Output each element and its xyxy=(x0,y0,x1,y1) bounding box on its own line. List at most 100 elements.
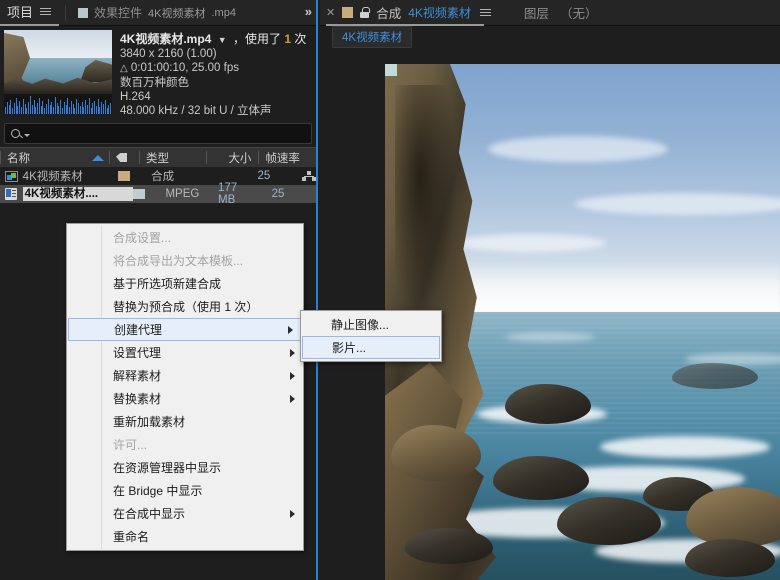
submenu-arrow-icon xyxy=(290,394,295,403)
tab-effect-controls-label: 效果控件 xyxy=(94,6,143,20)
composition-panel: ✕ 合成 4K视频素材 图层 （无） 4K视频素材 xyxy=(320,0,780,580)
row-fps: 25 xyxy=(271,188,285,200)
context-menu-item[interactable]: 重新加载素材 xyxy=(67,410,303,433)
tab-layer-label[interactable]: 图层 xyxy=(524,3,549,22)
context-menu-item[interactable]: 替换为预合成（使用 1 次） xyxy=(67,295,303,318)
composition-preview-image xyxy=(385,64,780,580)
tab-layer-value: （无） xyxy=(559,7,598,21)
preview-submerged-rock xyxy=(672,363,758,390)
lock-icon[interactable] xyxy=(360,7,370,18)
context-menu-item-label: 基于所选项新建合成 xyxy=(113,277,222,291)
hamburger-icon[interactable] xyxy=(40,8,52,15)
metadata-resolution: 3840 x 2160 (1.00) xyxy=(120,48,217,60)
project-panel-tabbar: 项目 效果控件 4K视频素材 .mp4 » xyxy=(0,0,316,26)
magnifier-icon xyxy=(11,129,20,138)
preview-cliff-shadow xyxy=(395,84,457,312)
metadata-color-depth: 数百万种颜色 xyxy=(120,77,189,89)
search-row xyxy=(0,121,316,147)
tab-project[interactable]: 项目 xyxy=(0,0,60,26)
context-submenu: 静止图像... 影片... xyxy=(300,310,442,362)
breadcrumb: 4K视频素材 xyxy=(320,26,780,48)
context-menu-item: 合成设置... xyxy=(67,226,303,249)
composition-tabbar: ✕ 合成 4K视频素材 图层 （无） xyxy=(320,0,780,26)
context-submenu-item-label: 静止图像... xyxy=(331,318,390,332)
metadata-used-count: 1 xyxy=(284,32,292,46)
context-menu-item[interactable]: 在合成中显示 xyxy=(67,502,303,525)
context-menu-item-label: 在资源管理器中显示 xyxy=(113,461,222,475)
column-header-fps[interactable]: 帧速率 xyxy=(258,148,316,167)
column-header-type[interactable]: 类型 xyxy=(139,148,206,167)
tab-effect-controls[interactable]: 效果控件 4K视频素材 .mp4 xyxy=(72,4,242,21)
context-menu-item-label: 重新加载素材 xyxy=(113,415,186,429)
hamburger-icon[interactable] xyxy=(479,9,491,16)
column-header-size-label: 大小 xyxy=(228,152,252,165)
triangle-icon: △ xyxy=(120,63,128,74)
metadata-audio: 48.000 kHz / 32 bit U / 立体声 xyxy=(120,105,272,117)
context-menu-item-label: 替换素材 xyxy=(113,392,162,406)
context-menu-item: 将合成导出为文本模板... xyxy=(67,249,303,272)
row-color-swatch[interactable] xyxy=(118,167,144,185)
context-menu-item[interactable]: 重命名 xyxy=(67,525,303,548)
row-color-swatch[interactable] xyxy=(132,185,159,203)
context-submenu-item[interactable]: 影片... xyxy=(302,336,440,359)
preview-foam xyxy=(600,435,770,458)
context-menu-item-label: 合成设置... xyxy=(113,231,172,245)
row-type: MPEG xyxy=(165,188,200,200)
context-submenu-item[interactable]: 静止图像... xyxy=(301,313,441,336)
app-root: 项目 效果控件 4K视频素材 .mp4 » 4K视频素材.mp4 ▼ ，使用了 … xyxy=(0,0,780,580)
submenu-arrow-icon xyxy=(290,509,295,518)
column-header-name-label: 名称 xyxy=(7,152,30,165)
table-row[interactable]: 4K视频素材 合成 25 xyxy=(0,167,316,185)
row-name-edit-field[interactable]: 4K视频素材.... xyxy=(22,185,133,203)
context-menu-item[interactable]: 基于所选项新建合成 xyxy=(67,272,303,295)
chevron-down-icon[interactable]: ▼ xyxy=(218,35,227,45)
context-submenu-item-label: 影片... xyxy=(332,341,367,355)
column-header-fps-label: 帧速率 xyxy=(265,152,300,165)
column-header-name[interactable]: 名称 xyxy=(0,148,109,167)
thumbnail-image xyxy=(4,30,112,94)
preview-rock xyxy=(405,528,493,565)
context-menu-item[interactable]: 创建代理 xyxy=(68,318,302,341)
chevron-down-icon[interactable] xyxy=(24,134,30,137)
context-menu-item[interactable]: 解释素材 xyxy=(67,364,303,387)
double-chevron-right-icon[interactable]: » xyxy=(305,4,312,19)
metadata-used-suffix: 次 xyxy=(294,32,307,46)
context-menu-item-label: 将合成导出为文本模板... xyxy=(113,254,244,268)
context-menu-item: 许可... xyxy=(67,433,303,456)
metadata-text-block: 4K视频素材.mp4 ▼ ，使用了 1 次 3840 x 2160 (1.00)… xyxy=(120,30,312,121)
row-size: 177 MB xyxy=(217,182,238,206)
audio-waveform xyxy=(4,94,112,114)
context-menu-item[interactable]: 在 Bridge 中显示 xyxy=(67,479,303,502)
close-x-icon[interactable]: ✕ xyxy=(326,6,335,19)
context-menu-item-label: 在合成中显示 xyxy=(113,507,186,521)
selection-corner-marker xyxy=(385,64,397,76)
column-header-size[interactable]: 大小 xyxy=(205,148,259,167)
tab-divider xyxy=(65,4,67,21)
preview-rock xyxy=(493,456,589,501)
context-menu-item-label: 许可... xyxy=(113,438,148,452)
search-input[interactable] xyxy=(4,123,312,144)
context-menu-item-label: 设置代理 xyxy=(113,346,162,360)
context-menu-item-label: 在 Bridge 中显示 xyxy=(113,484,203,498)
tab-effect-controls-file: 4K视频素材 xyxy=(148,7,206,20)
metadata-duration-line: △ 0:01:00:10, 25.00 fps xyxy=(120,61,312,76)
active-tab-underline xyxy=(326,24,484,26)
row-fps: 25 xyxy=(257,170,271,182)
table-row[interactable]: 4K视频素材.... MPEG 177 MB 25 xyxy=(0,182,316,206)
row-type: 合成 xyxy=(151,171,175,183)
column-header-type-label: 类型 xyxy=(146,152,170,165)
context-menu-item-label: 替换为预合成（使用 1 次） xyxy=(113,300,259,314)
context-menu-item[interactable]: 设置代理 xyxy=(67,341,303,364)
tab-project-label: 项目 xyxy=(7,5,34,20)
context-menu-item-label: 解释素材 xyxy=(113,369,162,383)
flowchart-icon[interactable] xyxy=(302,167,316,185)
context-menu-item-label: 重命名 xyxy=(113,530,150,544)
metadata-codec: H.264 xyxy=(120,91,151,103)
preview-rock xyxy=(505,383,591,424)
tab-composition-file: 4K视频素材 xyxy=(408,6,471,20)
context-menu-item[interactable]: 替换素材 xyxy=(67,387,303,410)
breadcrumb-item[interactable]: 4K视频素材 xyxy=(332,26,413,48)
context-menu-item[interactable]: 在资源管理器中显示 xyxy=(67,456,303,479)
ascending-triangle-icon[interactable] xyxy=(92,154,105,161)
column-header-tag[interactable] xyxy=(109,148,139,167)
